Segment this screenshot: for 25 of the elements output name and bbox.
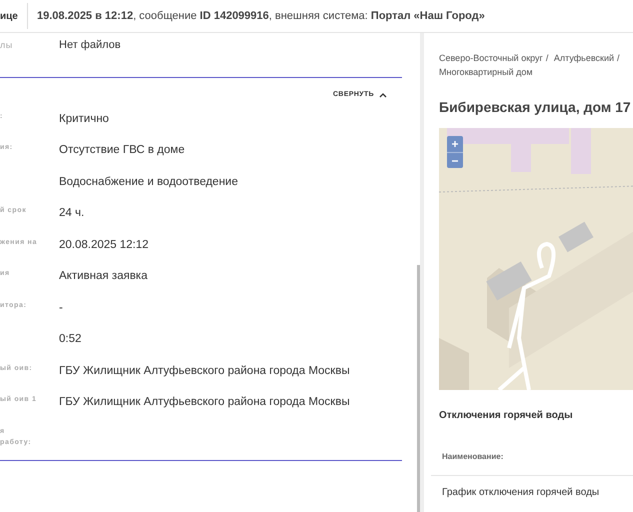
- header-label: ице: [0, 10, 18, 24]
- breadcrumb-separator: /: [617, 53, 620, 63]
- field-label: лы: [0, 39, 14, 52]
- chevron-up-icon: [379, 92, 387, 98]
- breadcrumb-link[interactable]: Северо-Восточный округ: [439, 53, 543, 63]
- field-value: Нет файлов: [59, 38, 121, 53]
- field-value: 0:52: [59, 332, 82, 347]
- field-value: Критично: [59, 112, 109, 126]
- field-value: -: [59, 300, 63, 316]
- address-title: Бибиревская улица, дом 17: [439, 98, 632, 117]
- breadcrumb-link[interactable]: Многоквартирный дом: [439, 67, 533, 77]
- breadcrumb-link[interactable]: Алтуфьевский: [554, 53, 614, 63]
- field-value: ГБУ Жилищник Алтуфьевского района города Москвы: [59, 395, 350, 410]
- section-title: Отключения горячей воды: [439, 409, 574, 423]
- field-value: Водоснабжение и водоотведение: [59, 174, 238, 190]
- field-value: Отсутствие ГВС в доме: [59, 143, 185, 158]
- field-value: ГБУ Жилищник Алтуфьевского района города Москвы: [59, 364, 350, 378]
- table-cell-text: График отключения горячей воды: [441, 486, 600, 500]
- field-value: 24 ч.: [59, 206, 84, 221]
- field-value: 20.08.2025 12:12: [59, 238, 149, 252]
- column-header: Наименование:: [442, 452, 504, 461]
- request-info: 19.08.2025 в 12:12, сообщение ID 142099916, внешняя система: Портал «Наш Город»: [37, 8, 485, 24]
- breadcrumb-separator: /: [546, 53, 548, 63]
- field-value: Активная заявка: [59, 269, 148, 284]
- scrollbar[interactable]: [417, 265, 420, 512]
